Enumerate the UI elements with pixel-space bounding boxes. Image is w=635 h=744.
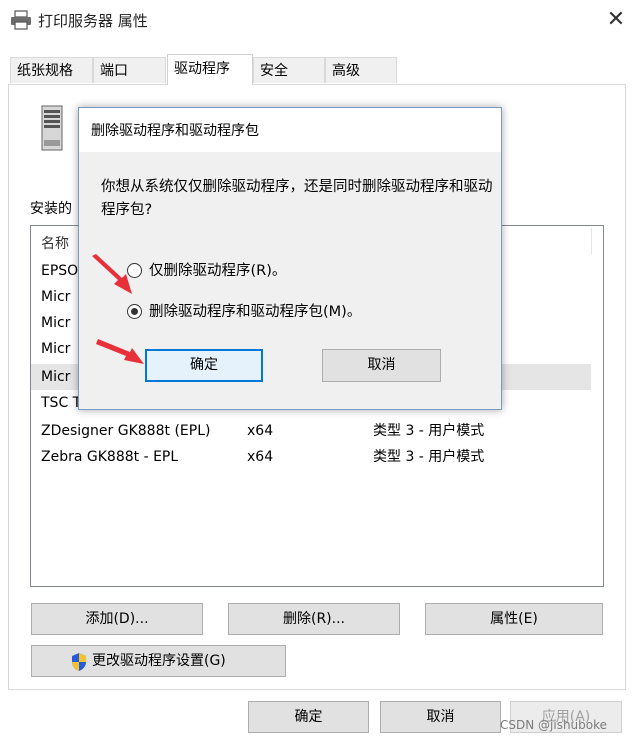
remove-button[interactable]: 删除(R)... — [228, 603, 400, 635]
uac-shield-icon — [72, 653, 86, 671]
red-arrow-annotation — [92, 254, 132, 294]
driver-name: Micr — [41, 289, 71, 305]
red-arrow-annotation — [96, 339, 144, 364]
add-button[interactable]: 添加(D)... — [31, 603, 203, 635]
printer-icon — [11, 10, 31, 30]
properties-button[interactable]: 属性(E) — [425, 603, 603, 635]
dialog-ok-button[interactable]: 确定 — [145, 349, 263, 382]
driver-type: 类型 3 - 用户模式 — [373, 449, 485, 465]
radio-button-checked[interactable] — [127, 304, 142, 319]
dialog-question: 你想从系统仅仅删除驱动程序，还是同时删除驱动程序和驱动程序包? — [101, 179, 493, 218]
radio-dot — [131, 308, 138, 315]
driver-name: Micr — [41, 341, 71, 357]
tab-security[interactable]: 安全 — [253, 57, 325, 83]
driver-type: 类型 3 - 用户模式 — [373, 423, 485, 439]
ok-button[interactable]: 确定 — [248, 701, 369, 733]
window-title: 打印服务器 属性 — [38, 12, 148, 30]
driver-arch: x64 — [247, 423, 274, 439]
column-name-header[interactable]: 名称 — [41, 233, 69, 253]
tab-drivers[interactable]: 驱动程序 — [167, 54, 253, 85]
dialog-title-bar: 删除驱动程序和驱动程序包 — [79, 108, 501, 152]
dialog-cancel-button[interactable]: 取消 — [322, 349, 441, 382]
list-item[interactable]: Zebra GK888t - EPL x64 类型 3 - 用户模式 — [31, 444, 591, 470]
radio-label: 仅删除驱动程序(R)。 — [149, 263, 287, 279]
driver-arch: x64 — [247, 449, 274, 465]
driver-name: ZDesigner GK888t (EPL) — [41, 423, 211, 439]
driver-name: Zebra GK888t - EPL — [41, 449, 179, 465]
cancel-button[interactable]: 取消 — [380, 701, 501, 733]
tab-advanced[interactable]: 高级 — [325, 57, 397, 83]
print-server-icon — [41, 105, 63, 151]
radio-label: 删除驱动程序和驱动程序包(M)。 — [149, 304, 362, 320]
column-separator — [591, 228, 592, 254]
driver-name: Micr — [41, 315, 71, 331]
driver-name: EPSO — [41, 263, 79, 279]
list-item[interactable]: ZDesigner GK888t (EPL) x64 类型 3 - 用户模式 — [31, 418, 591, 444]
driver-name: TSC T — [41, 395, 82, 411]
close-icon[interactable]: ✕ — [602, 6, 630, 34]
installed-drivers-label: 安装的 — [30, 201, 72, 217]
title-bar: 打印服务器 属性 ✕ — [0, 0, 635, 42]
tab-paper-sizes[interactable]: 纸张规格 — [10, 57, 93, 83]
tab-ports[interactable]: 端口 — [93, 57, 166, 83]
change-driver-settings-label: 更改驱动程序设置(G) — [92, 653, 226, 669]
dialog-title: 删除驱动程序和驱动程序包 — [91, 123, 259, 139]
change-driver-settings-button[interactable]: 更改驱动程序设置(G) — [31, 645, 286, 677]
watermark: CSDN @jishuboke — [500, 718, 608, 732]
driver-name: Micr — [41, 369, 71, 385]
